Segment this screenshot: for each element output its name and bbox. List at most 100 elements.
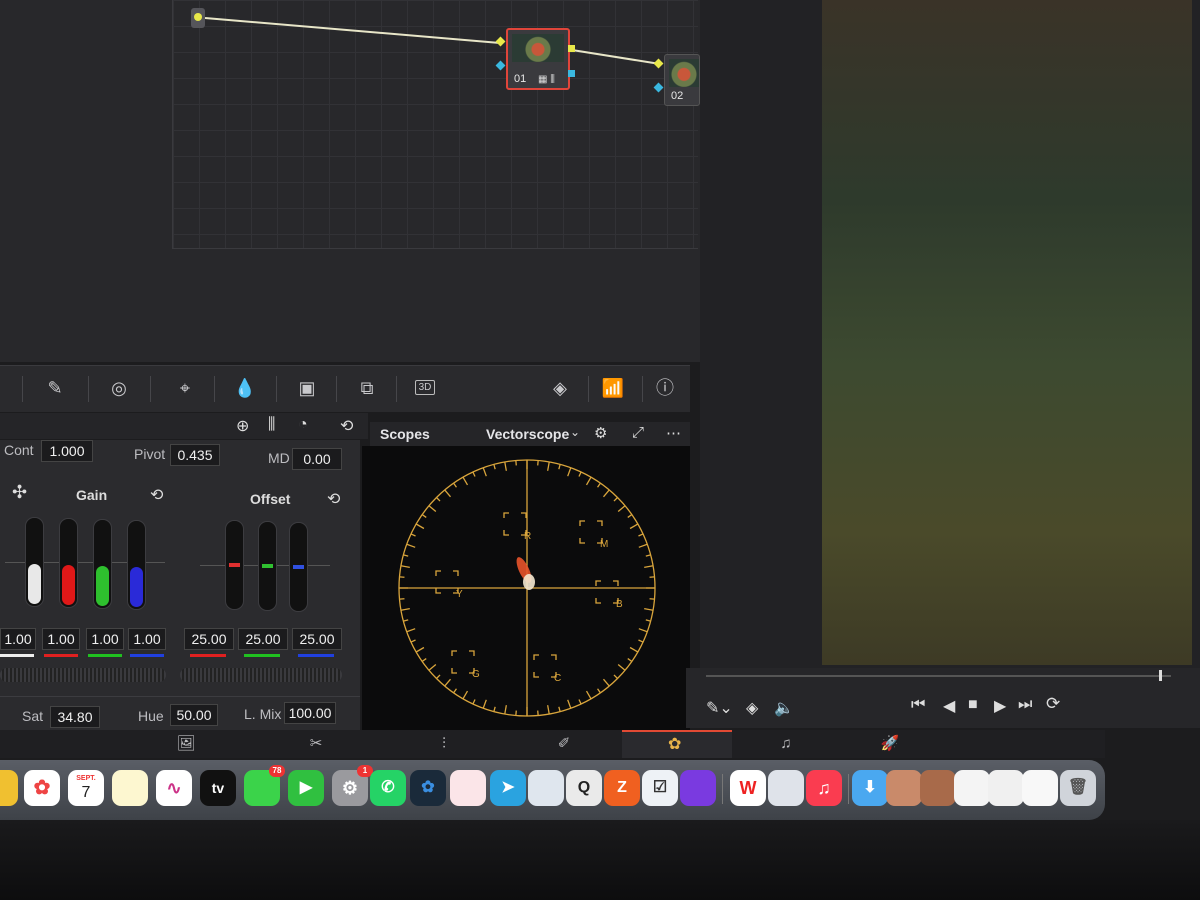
- color-page-tab[interactable]: ✿: [622, 730, 732, 758]
- keyframes-icon[interactable]: ◈: [545, 374, 575, 402]
- jump-to-end-icon[interactable]: ⏭: [1018, 696, 1032, 714]
- scope-settings-icon[interactable]: ⚙: [594, 424, 607, 442]
- sizing-icon[interactable]: ⧉: [352, 374, 382, 402]
- play-icon[interactable]: ▶: [994, 696, 1006, 716]
- chrome-icon[interactable]: [0, 770, 18, 806]
- gain-blue-slider[interactable]: [127, 520, 146, 610]
- pivot-field[interactable]: 0.435: [170, 444, 220, 466]
- node-thumbnail: [669, 59, 699, 87]
- 3d-button[interactable]: 3D: [412, 374, 438, 402]
- gain-green-slider[interactable]: [93, 519, 112, 609]
- midtone-detail-field[interactable]: 0.00: [292, 448, 342, 470]
- offset-blue-slider[interactable]: [289, 522, 308, 612]
- offset-master-wheel[interactable]: [180, 668, 342, 682]
- shortcuts-icon[interactable]: [680, 770, 716, 806]
- gain-master-wheel[interactable]: [0, 668, 166, 682]
- scopes-toggle-icon[interactable]: 📶: [598, 374, 628, 402]
- gain-master-slider[interactable]: [25, 517, 44, 607]
- telegram-icon[interactable]: ➤: [490, 770, 526, 806]
- facetime-icon[interactable]: ▶: [288, 770, 324, 806]
- photos-icon[interactable]: ✿: [24, 770, 60, 806]
- offset-red-slider[interactable]: [225, 520, 244, 610]
- layers-icon[interactable]: ◈: [746, 698, 758, 718]
- offset-red-value[interactable]: 25.00: [184, 628, 234, 650]
- davinci-resolve-icon[interactable]: ✿: [410, 770, 446, 806]
- whatsapp-icon[interactable]: ✆: [370, 770, 406, 806]
- play-reverse-icon[interactable]: ◀: [943, 696, 955, 716]
- offset-reset-icon[interactable]: ⟲: [327, 489, 340, 509]
- offset-green-slider[interactable]: [258, 521, 277, 611]
- volume-icon[interactable]: 🔈: [774, 698, 794, 718]
- add-icon[interactable]: ⊕: [236, 416, 249, 436]
- files-icon[interactable]: [528, 770, 564, 806]
- stop-icon[interactable]: ■: [968, 696, 978, 714]
- gain-green-value[interactable]: 1.00: [86, 628, 124, 650]
- gain-master-value[interactable]: 1.00: [0, 628, 36, 650]
- calendar-icon[interactable]: SEPT. 7: [68, 770, 104, 806]
- key-icon[interactable]: ▣: [292, 374, 322, 402]
- checklist-icon[interactable]: ☑: [642, 770, 678, 806]
- node-02[interactable]: 02: [664, 54, 700, 106]
- apple-tv-icon[interactable]: tv: [200, 770, 236, 806]
- recent-file-thumbnail[interactable]: [886, 770, 922, 806]
- picker-icon[interactable]: ✣: [12, 482, 27, 503]
- viewer-picker-icon[interactable]: ✎⌄: [706, 698, 733, 718]
- zotero-icon[interactable]: Z: [604, 770, 640, 806]
- luminance-mix-field[interactable]: 100.00: [284, 702, 336, 724]
- messages-icon[interactable]: 78: [244, 765, 285, 806]
- bars-icon[interactable]: ⫼: [268, 416, 275, 434]
- gain-red-slider[interactable]: [59, 518, 78, 608]
- node-editor[interactable]: 01 ▦ ⫼ 02: [0, 0, 700, 362]
- reset-all-icon[interactable]: ⟲: [340, 416, 353, 436]
- tracker-icon[interactable]: ⌖: [170, 374, 200, 402]
- log-mode-icon[interactable]: ◔: [298, 416, 308, 434]
- color-picker-icon[interactable]: ✎: [40, 374, 70, 402]
- media-page-icon[interactable]: 🖼: [166, 734, 206, 754]
- edit-page-icon[interactable]: ⫶: [424, 734, 464, 754]
- freeform-icon[interactable]: ∿: [156, 770, 192, 806]
- blur-icon[interactable]: 💧: [230, 374, 260, 402]
- preview-icon[interactable]: [768, 770, 804, 806]
- fusion-page-icon[interactable]: ✐: [544, 734, 584, 754]
- system-settings-icon[interactable]: ⚙ 1: [332, 765, 373, 806]
- more-options-icon[interactable]: ⋯: [666, 424, 681, 442]
- cut-page-icon[interactable]: ✂: [296, 734, 336, 754]
- deliver-page-icon[interactable]: 🚀: [870, 734, 910, 754]
- fairlight-page-icon[interactable]: ♫: [766, 734, 806, 754]
- recent-file-thumbnail[interactable]: [920, 770, 956, 806]
- node-01-output-port[interactable]: [568, 45, 575, 52]
- gain-red-value[interactable]: 1.00: [42, 628, 80, 650]
- viewer-image[interactable]: [822, 0, 1192, 665]
- gain-blue-value[interactable]: 1.00: [128, 628, 166, 650]
- scope-mode-select[interactable]: Vectorscope: [486, 426, 569, 442]
- vectorscope-display[interactable]: R M Y B G C: [362, 446, 690, 732]
- node-01-output-key-port[interactable]: [568, 70, 575, 77]
- expand-icon[interactable]: ⤢: [632, 424, 644, 441]
- music-icon[interactable]: ♫: [806, 770, 842, 806]
- recent-file-thumbnail[interactable]: [954, 770, 990, 806]
- offset-blue-value[interactable]: 25.00: [292, 628, 342, 650]
- loop-icon[interactable]: ⟳: [1046, 694, 1060, 714]
- recent-file-thumbnail[interactable]: [1022, 770, 1058, 806]
- viewer-scrubber[interactable]: [706, 675, 1171, 677]
- jump-to-start-icon[interactable]: ⏮: [911, 696, 925, 714]
- playhead[interactable]: [1159, 670, 1162, 681]
- saturation-field[interactable]: 34.80: [50, 706, 100, 728]
- gain-reset-icon[interactable]: ⟲: [150, 485, 163, 505]
- scope-tick: [403, 554, 409, 557]
- offset-green-value[interactable]: 25.00: [238, 628, 288, 650]
- notes-icon[interactable]: [112, 770, 148, 806]
- node-01[interactable]: 01 ▦ ⫼: [506, 28, 570, 90]
- power-window-icon[interactable]: ◎: [104, 374, 134, 402]
- chevron-down-icon[interactable]: ⌄: [570, 425, 580, 439]
- downloads-folder-icon[interactable]: ⬇: [852, 770, 888, 806]
- recent-file-thumbnail[interactable]: [988, 770, 1024, 806]
- app-icon[interactable]: [450, 770, 486, 806]
- trash-icon[interactable]: 🗑: [1060, 770, 1096, 806]
- contrast-field[interactable]: 1.000: [41, 440, 93, 462]
- hue-field[interactable]: 50.00: [170, 704, 218, 726]
- wps-icon[interactable]: W: [730, 770, 766, 806]
- info-icon[interactable]: ⓘ: [650, 374, 680, 402]
- scope-tick: [597, 482, 601, 488]
- quicktime-icon[interactable]: Q: [566, 770, 602, 806]
